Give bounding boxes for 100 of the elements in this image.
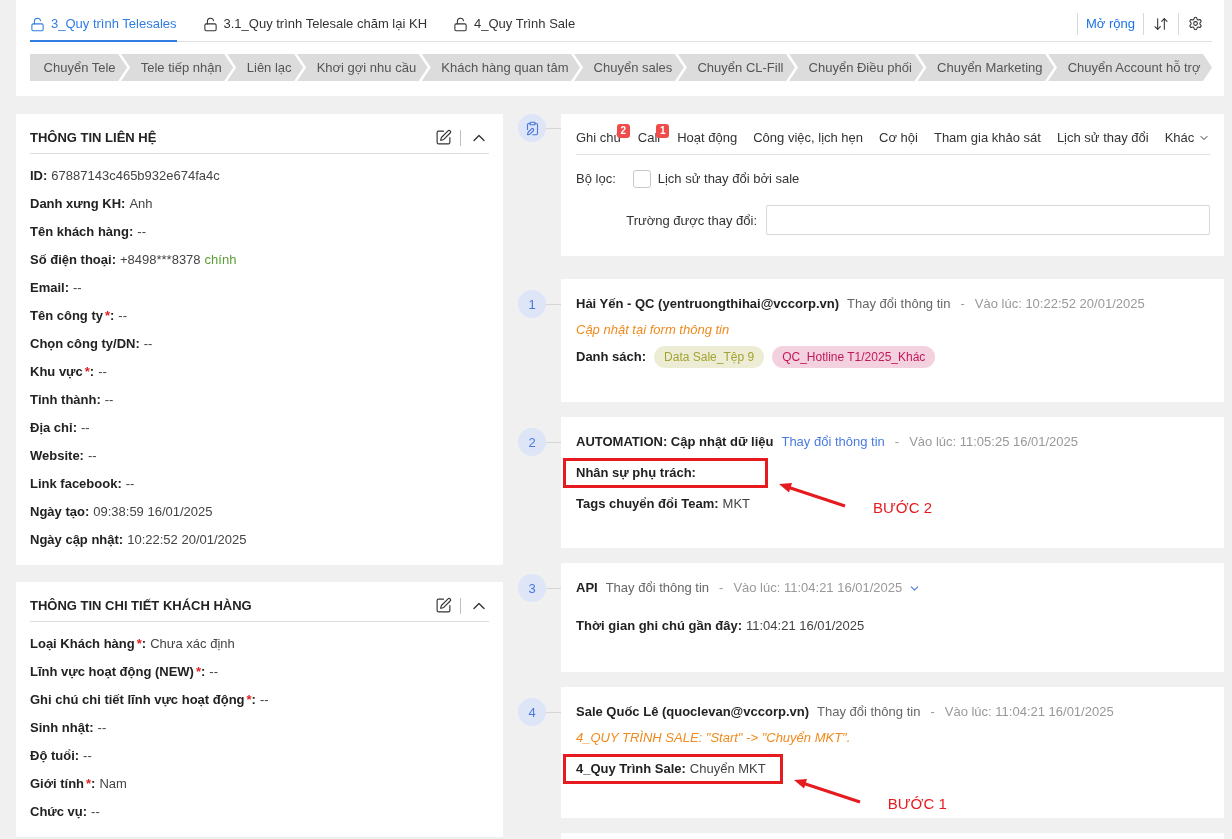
separator: -: [930, 703, 935, 721]
field-label: Danh sách:: [576, 349, 647, 365]
field-label: Danh xưng KH:: [30, 196, 126, 212]
checkbox[interactable]: [632, 170, 651, 188]
action-label: Thay đổi thông tin: [817, 703, 921, 721]
padlock-icon: [453, 16, 469, 32]
action-label: Thay đổi thông tin: [847, 295, 951, 313]
field-label: Chọn công ty/DN:: [30, 336, 140, 352]
field-value: --: [118, 308, 128, 324]
field-value: 10:22:52 20/01/2025: [127, 532, 247, 548]
card-title: THÔNG TIN CHI TIẾT KHÁCH HÀNG: [30, 598, 253, 613]
field-label: Khu vực*:: [30, 364, 95, 380]
field-value: --: [143, 336, 153, 352]
process-tab[interactable]: 3.1_Quy trình Telesale chăm lại KH: [202, 10, 428, 42]
callout-label: BƯỚC 1: [887, 795, 947, 812]
field-label: Giới tính*:: [30, 776, 96, 792]
field-value: --: [125, 476, 135, 492]
field-label: Độ tuổi:: [30, 748, 80, 764]
field-value: --: [83, 748, 92, 764]
activity-tab[interactable]: Tham gia khảo sát: [933, 124, 1041, 154]
step-number: 1: [518, 290, 546, 318]
field-value: Anh: [129, 196, 153, 212]
field-value: --: [87, 448, 97, 464]
stage-step[interactable]: Chuyển CL-Fill: [677, 54, 795, 81]
separator: -: [960, 295, 965, 313]
field-label: Tags chuyển đổi Team:: [576, 496, 719, 512]
field-label: 4_Quy Trình Sale:: [576, 761, 686, 777]
action-link[interactable]: Thay đổi thông tin: [781, 432, 885, 452]
count-badge: 1: [656, 124, 670, 138]
edit-icon: [435, 597, 452, 614]
edit-icon: [435, 129, 452, 146]
field-label: Link facebook:: [30, 476, 122, 492]
stage-step[interactable]: Chuyển Marketing: [917, 54, 1055, 81]
timestamp: Vào lúc: 11:04:21 16/01/2025: [944, 703, 1114, 721]
author-name: Sale Quốc Lê (quoclevan@vccorp.vn): [576, 703, 810, 721]
activity-tab[interactable]: Hoạt động: [677, 124, 738, 154]
timestamp: Vào lúc: 11:04:21 16/01/2025: [733, 579, 903, 597]
field-label: Tên khách hàng:: [30, 224, 134, 240]
step-number: 3: [518, 574, 546, 602]
field-value: --: [98, 364, 107, 380]
field-value: 67887143c465b932e674fa4c: [51, 168, 220, 184]
field-label: Ghi chú chi tiết lĩnh vực hoạt động*:: [30, 692, 256, 708]
stage-step[interactable]: Chuyển Điều phối: [789, 54, 924, 81]
more-dropdown[interactable]: Khác: [1164, 124, 1211, 154]
author-name: Hải Yến - QC (yentruongthihai@vccorp.vn): [576, 295, 840, 313]
field-value: --: [91, 804, 100, 820]
stage-step[interactable]: Tele tiếp nhận: [121, 54, 234, 81]
input-field[interactable]: [766, 205, 1211, 235]
list-tag: Data Sale_Tệp 9: [654, 346, 765, 368]
activity-tab[interactable]: Cơ hội: [879, 124, 918, 154]
field-label: Loại Khách hàng*:: [30, 636, 147, 652]
separator: -: [719, 579, 724, 597]
field-label: Số điện thoại:: [30, 252, 116, 268]
field-label: Tỉnh thành:: [30, 392, 101, 408]
field-value: --: [259, 692, 269, 708]
step-number: 4: [518, 698, 546, 726]
field-label: Trường được thay đổi:: [625, 212, 758, 228]
action-label: Thay đổi thông tin: [605, 579, 710, 597]
activity-tab[interactable]: Công việc, lịch hẹn: [753, 124, 864, 154]
activity-tab[interactable]: Lịch sử thay đổi: [1056, 124, 1149, 154]
field-value: Nam: [99, 776, 127, 792]
field-label: Thời gian ghi chú gần đây:: [576, 618, 742, 634]
field-label: Ngày tạo:: [30, 504, 90, 520]
field-value: +8498***8378: [119, 252, 201, 268]
edit-button[interactable]: [435, 597, 452, 614]
stage-step[interactable]: Chuyển sales: [574, 54, 684, 81]
stage-step[interactable]: Chuyển Account hỗ trợ: [1048, 54, 1213, 81]
timestamp: Vào lúc: 10:22:52 20/01/2025: [974, 295, 1145, 313]
author-name: API: [576, 579, 598, 597]
field-value: Chuyển MKT: [689, 761, 766, 777]
stage-step[interactable]: Chuyển Tele: [30, 54, 128, 81]
field-label: ID:: [30, 168, 48, 184]
edit-button[interactable]: [435, 129, 452, 146]
sort-button[interactable]: [1153, 15, 1169, 32]
field-label: Email:: [30, 280, 70, 296]
filter-label: Bộ lọc:: [576, 170, 616, 188]
settings-button[interactable]: [1188, 16, 1203, 31]
step-number: 2: [518, 428, 546, 456]
field-value: --: [80, 420, 90, 436]
callout-label: BƯỚC 2: [873, 499, 933, 516]
process-tab[interactable]: 3_Quy trình Telesales: [30, 10, 177, 42]
stage-step[interactable]: Liên lạc: [227, 54, 304, 81]
field-value: --: [209, 664, 219, 680]
field-label: Chức vụ:: [30, 804, 88, 820]
change-note: 4_QUY TRÌNH SALE: "Start" -> "Chuyển MKT".: [576, 729, 852, 747]
field-value: 09:38:59 16/01/2025: [93, 504, 213, 520]
field-label: Website:: [30, 448, 84, 464]
expand-link[interactable]: Mở rộng: [1078, 14, 1143, 33]
padlock-icon: [30, 16, 45, 32]
stage-step[interactable]: Khách hàng quan tâm: [421, 54, 581, 81]
callout-arrow: [777, 480, 847, 508]
field-value: Chưa xác định: [150, 636, 235, 652]
stage-step[interactable]: Khơi gợi nhu cầu: [297, 54, 428, 81]
field-label: Ngày cập nhật:: [30, 532, 124, 548]
field-value: --: [73, 280, 82, 296]
process-tab[interactable]: 4_Quy Trình Sale: [453, 10, 576, 42]
settings-icon: [1188, 16, 1203, 31]
clipboard-icon: [518, 114, 546, 142]
change-note: Cập nhật tại form thông tin: [576, 321, 731, 339]
field-value: --: [137, 224, 146, 240]
